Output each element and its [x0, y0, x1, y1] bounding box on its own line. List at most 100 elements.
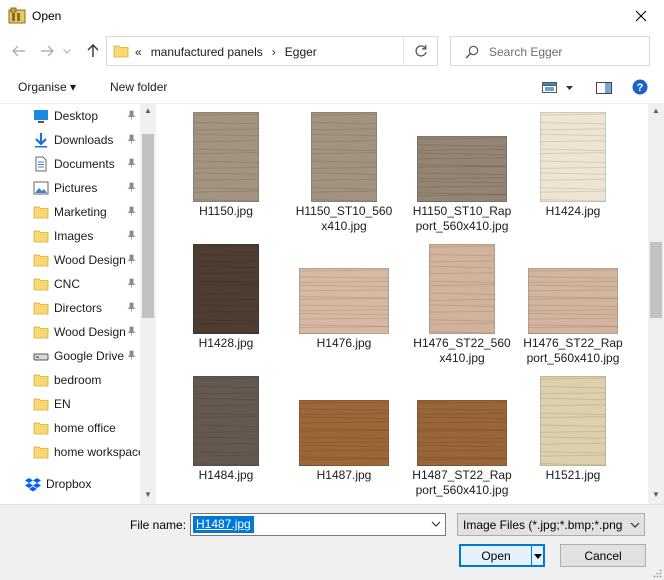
refresh-icon[interactable] [413, 43, 429, 59]
sidebar-item[interactable]: Documents [0, 152, 140, 176]
sidebar-item-label: Directors [54, 301, 103, 315]
scrollbar-thumb[interactable] [142, 134, 154, 318]
thumbnail-frame [285, 106, 403, 202]
sidebar-item-label: CNC [54, 277, 80, 291]
navigation-pane-scrollbar[interactable]: ▲ ▼ [140, 104, 156, 504]
sidebar-item-label: Images [54, 229, 94, 243]
thumbnail-frame [285, 238, 403, 334]
recent-locations-button[interactable] [60, 40, 74, 62]
file-list-scrollbar[interactable]: ▲ ▼ [648, 104, 664, 504]
folder-icon [33, 230, 49, 243]
thumbnail-frame [514, 106, 632, 202]
search-input[interactable]: Search Egger [450, 36, 650, 66]
sidebar-item-label: Google Drive [54, 349, 125, 363]
file-type-select[interactable]: Image Files (*.jpg;*.bmp;*.png;* [457, 513, 645, 536]
scrollbar-thumb[interactable] [650, 242, 662, 318]
file-tile[interactable]: H1424.jpg [514, 104, 632, 234]
folder-icon [33, 302, 49, 315]
file-tile[interactable]: H1487_ST22_Rapport_560x410.jpg [403, 368, 521, 498]
scroll-up-icon[interactable]: ▲ [652, 106, 660, 115]
file-name-value[interactable]: H1487.jpg [193, 516, 254, 533]
thumbnail-frame [403, 370, 521, 466]
address-bar[interactable]: « manufactured panels › Egger [106, 36, 438, 66]
sidebar-item[interactable]: Downloads [0, 128, 140, 152]
chevron-down-icon[interactable] [431, 519, 441, 529]
forward-button[interactable] [36, 40, 58, 62]
pin-icon [127, 134, 136, 144]
breadcrumb-separator[interactable]: › [272, 45, 276, 59]
resize-grip-icon[interactable] [652, 568, 662, 578]
sidebar-item[interactable]: Dropbox [0, 472, 140, 496]
sidebar-item[interactable]: Pictures [0, 176, 140, 200]
sidebar-item-label: home office [54, 421, 116, 435]
new-folder-button[interactable]: New folder [110, 80, 167, 94]
scroll-up-icon[interactable]: ▲ [144, 106, 152, 115]
file-tile[interactable]: H1521.jpg [514, 368, 632, 498]
breadcrumb-overflow[interactable]: « [135, 45, 142, 59]
file-tile[interactable]: H1476_ST22_560x410.jpg [403, 236, 521, 366]
file-tile[interactable]: H1150_ST10_Rapport_560x410.jpg [403, 104, 521, 234]
cancel-button[interactable]: Cancel [560, 544, 646, 567]
sidebar-item[interactable]: bedroom [0, 368, 140, 392]
chevron-down-icon[interactable] [533, 550, 543, 562]
preview-pane-icon[interactable] [596, 82, 612, 94]
back-button[interactable] [8, 40, 30, 62]
file-name-label: H1484.jpg [198, 468, 254, 482]
search-placeholder: Search Egger [489, 45, 563, 59]
file-tile[interactable]: H1150.jpg [167, 104, 285, 234]
sidebar-item-label: Documents [54, 157, 115, 171]
pin-icon [127, 326, 136, 336]
drive-icon [33, 353, 49, 361]
file-name-label: H1521.jpg [545, 468, 601, 482]
pin-icon [127, 182, 136, 192]
file-tile[interactable]: H1150_ST10_560x410.jpg [285, 104, 403, 234]
sidebar-item[interactable]: Images [0, 224, 140, 248]
scroll-down-icon[interactable]: ▼ [652, 490, 660, 499]
breadcrumb-item-manufactured-panels[interactable]: manufactured panels [151, 45, 263, 59]
file-name-label: H1150.jpg [199, 204, 253, 218]
help-icon[interactable]: ? [632, 79, 648, 95]
sidebar-item-label: Dropbox [46, 477, 92, 491]
pin-icon [127, 350, 136, 360]
image-thumbnail [540, 112, 606, 202]
sidebar-item[interactable]: Google Drive [0, 344, 140, 368]
sidebar-item-label: home workspace [54, 445, 140, 459]
close-button[interactable] [618, 0, 664, 32]
document-icon [35, 156, 47, 172]
sidebar-item[interactable]: Wood Design [0, 320, 140, 344]
open-button[interactable]: Open [459, 544, 545, 567]
image-thumbnail [417, 400, 507, 466]
file-name-label: File name: [130, 518, 187, 532]
arrow-up-icon [87, 44, 99, 57]
file-name-input[interactable]: H1487.jpg [190, 513, 446, 536]
sidebar-item[interactable]: EN [0, 392, 140, 416]
sidebar-item[interactable]: CNC [0, 272, 140, 296]
view-options-icon[interactable] [542, 82, 576, 94]
thumbnail-frame [403, 106, 521, 202]
search-icon [465, 45, 479, 59]
dropbox-icon [25, 478, 41, 492]
folder-icon [33, 326, 49, 339]
folder-icon [33, 278, 49, 291]
sidebar-item[interactable]: Wood Design [0, 248, 140, 272]
file-list: H1150.jpg H1150_ST10_560x410.jpg H1150_ST1… [156, 104, 648, 504]
up-button[interactable] [82, 40, 104, 62]
file-tile[interactable]: H1428.jpg [167, 236, 285, 366]
sidebar-item[interactable]: Marketing [0, 200, 140, 224]
image-thumbnail [417, 136, 507, 202]
file-name-label: H1424.jpg [545, 204, 601, 218]
sidebar-item-label: bedroom [54, 373, 102, 387]
breadcrumb-item-egger[interactable]: Egger [285, 45, 317, 59]
sidebar-item[interactable]: Desktop [0, 104, 140, 128]
file-tile[interactable]: H1476_ST22_Rapport_560x410.jpg [514, 236, 632, 366]
sidebar-item[interactable]: home workspace [0, 440, 140, 464]
file-tile[interactable]: H1476.jpg [285, 236, 403, 366]
scroll-down-icon[interactable]: ▼ [144, 490, 152, 499]
folder-icon [33, 206, 49, 219]
sidebar-item[interactable]: home office [0, 416, 140, 440]
file-tile[interactable]: H1487.jpg [285, 368, 403, 498]
image-thumbnail [299, 268, 389, 334]
sidebar-item[interactable]: Directors [0, 296, 140, 320]
organise-button[interactable]: Organise ▾ [18, 80, 76, 94]
file-tile[interactable]: H1484.jpg [167, 368, 285, 498]
